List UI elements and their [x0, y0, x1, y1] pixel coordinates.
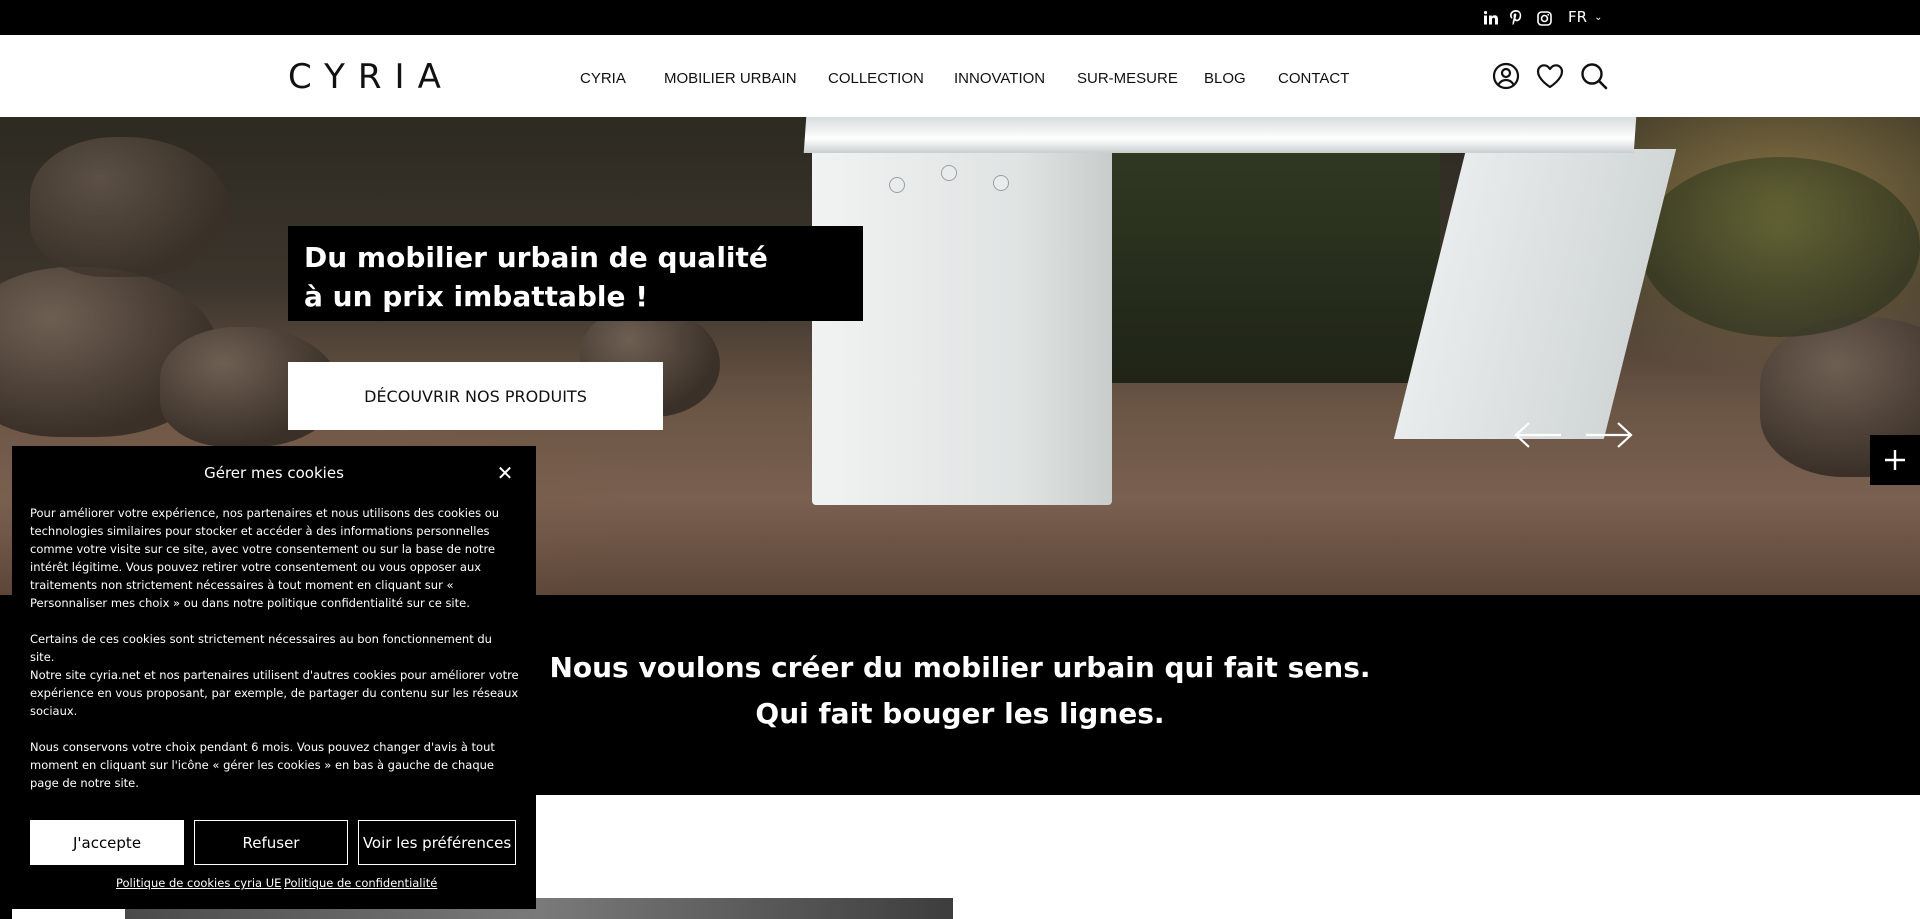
site-header: CYRIA CYRIA MOBILIER URBAIN COLLECTION I…: [0, 35, 1920, 117]
bush-image: [1640, 157, 1920, 337]
nav-collection[interactable]: COLLECTION: [828, 70, 924, 87]
nav-innovation[interactable]: INNOVATION: [954, 70, 1045, 87]
hero-title-line-2: à un prix imbattable !: [304, 280, 649, 313]
refuse-button[interactable]: Refuser: [194, 820, 348, 865]
bench-hole: [993, 175, 1009, 191]
arrow-right-icon[interactable]: [1584, 420, 1634, 450]
bench-hole: [889, 177, 905, 193]
close-icon[interactable]: ✕: [494, 461, 516, 485]
nav-sur-mesure[interactable]: SUR-MESURE: [1077, 70, 1178, 87]
cyria-logo[interactable]: CYRIA: [288, 57, 454, 97]
cookie-paragraph-1: Pour améliorer votre expérience, nos par…: [30, 506, 500, 610]
rock-image: [30, 137, 230, 277]
account-icon[interactable]: [1491, 61, 1521, 91]
cookie-policy-link[interactable]: Politique de cookies cyria UE: [116, 876, 281, 890]
privacy-policy-link[interactable]: Politique de confidentialité: [284, 876, 437, 890]
nav-contact[interactable]: CONTACT: [1278, 70, 1349, 87]
chevron-down-icon: ⌄: [1594, 11, 1603, 23]
hero-title-line-1: Du mobilier urbain de qualité: [304, 241, 768, 274]
accept-button[interactable]: J'accepte: [30, 820, 184, 865]
pinterest-icon[interactable]: [1507, 9, 1525, 27]
search-icon[interactable]: [1579, 61, 1609, 91]
instagram-icon[interactable]: [1535, 9, 1553, 27]
bench-shadow: [1110, 153, 1440, 383]
cookie-title: Gérer mes cookies: [204, 464, 344, 482]
discover-products-button[interactable]: DÉCOUVRIR NOS PRODUITS: [288, 362, 663, 430]
cookie-paragraph-3: Notre site cyria.net et nos partenaires …: [30, 668, 519, 718]
cookie-paragraph-2: Certains de ces cookies sont strictement…: [30, 632, 492, 664]
preferences-button[interactable]: Voir les préférences: [358, 820, 516, 865]
language-selector[interactable]: FR ⌄: [1568, 8, 1602, 26]
cookie-paragraph-4: Nous conservons votre choix pendant 6 mo…: [30, 740, 495, 790]
language-label: FR: [1568, 8, 1588, 26]
nav-cyria[interactable]: CYRIA: [580, 70, 626, 87]
cookie-banner: Gérer mes cookies ✕ Pour améliorer votre…: [12, 446, 536, 909]
bench-hole: [941, 165, 957, 181]
nav-blog[interactable]: BLOG: [1204, 70, 1246, 87]
section-edge: [0, 795, 12, 919]
arrow-left-icon[interactable]: [1513, 420, 1563, 450]
plus-icon[interactable]: [1870, 435, 1920, 485]
linkedin-icon[interactable]: [1482, 9, 1500, 27]
nav-mobilier-urbain[interactable]: MOBILIER URBAIN: [664, 70, 797, 87]
bench-top: [803, 117, 1637, 153]
bench-front-panel: [812, 147, 1112, 505]
top-bar: FR ⌄: [0, 0, 1920, 35]
heart-icon[interactable]: [1535, 61, 1565, 91]
hero-title-box: Du mobilier urbain de qualité à un prix …: [288, 226, 863, 321]
